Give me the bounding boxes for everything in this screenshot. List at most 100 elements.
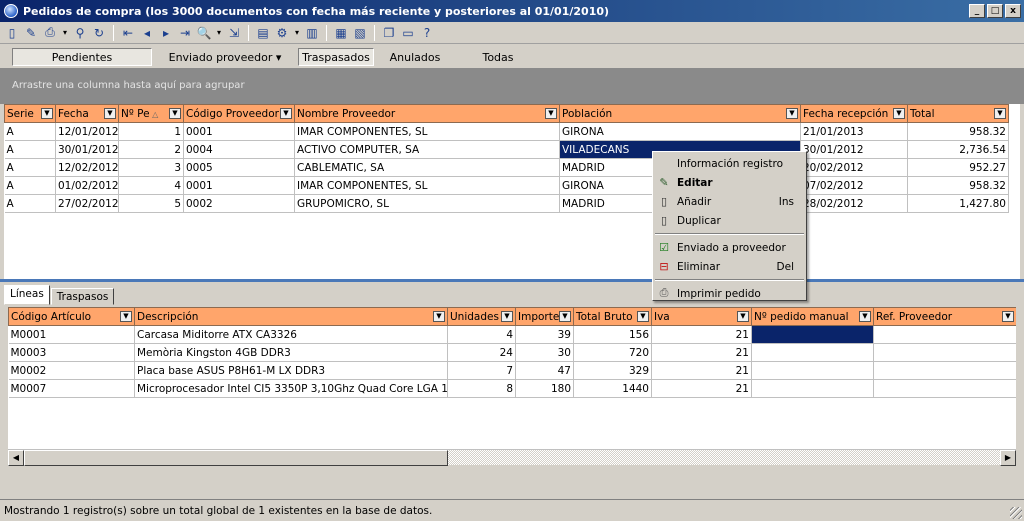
table-cell[interactable]: 5 <box>118 194 184 213</box>
table-cell[interactable]: 30 <box>515 343 574 362</box>
table-cell[interactable] <box>873 325 1016 344</box>
table-cell[interactable]: 1 <box>118 122 184 141</box>
table-cell[interactable]: 329 <box>573 361 652 380</box>
table-cell[interactable]: 4 <box>447 325 516 344</box>
table-cell[interactable]: 720 <box>573 343 652 362</box>
table-cell[interactable]: 952.27 <box>907 158 1009 177</box>
table-cell[interactable] <box>751 325 874 344</box>
tab-traspasos[interactable]: Traspasos <box>50 288 115 305</box>
column-header[interactable]: Nº Pe △ ▼ <box>118 104 184 123</box>
prev-icon[interactable]: ◂ <box>139 25 155 41</box>
scroll-thumb[interactable] <box>24 450 448 466</box>
table-cell[interactable] <box>751 379 874 398</box>
table-cell[interactable]: 20/02/2012 <box>800 158 908 177</box>
table-cell[interactable]: 21 <box>651 361 752 380</box>
tab-anulados[interactable]: Anulados <box>382 48 448 66</box>
table-cell[interactable]: CABLEMATIC, SA <box>294 158 560 177</box>
preview-icon[interactable]: 🔍 <box>196 25 212 41</box>
table-cell[interactable]: 0005 <box>183 158 295 177</box>
horizontal-scrollbar[interactable]: ◀ ▶ <box>8 449 1016 466</box>
table-cell[interactable]: 958.32 <box>907 122 1009 141</box>
window-icon[interactable]: ❐ <box>381 25 397 41</box>
table-cell[interactable]: 01/02/2012 <box>55 176 119 195</box>
link-icon[interactable]: ⚲ <box>72 25 88 41</box>
table-cell[interactable]: 1,427.80 <box>907 194 1009 213</box>
table-cell[interactable]: 0002 <box>183 194 295 213</box>
filter-dropdown-icon[interactable]: ▼ <box>994 108 1006 119</box>
table-row[interactable]: M0007 Microprocesador Intel CI5 3350P 3,1… <box>8 379 1016 398</box>
filter-dropdown-icon[interactable]: ▼ <box>786 108 798 119</box>
table-cell[interactable]: 180 <box>515 379 574 398</box>
close-button[interactable]: x <box>1005 4 1021 18</box>
filter-dropdown-icon[interactable]: ▼ <box>1002 311 1014 322</box>
columns-icon[interactable]: ▥ <box>304 25 320 41</box>
layout-icon[interactable]: ▧ <box>352 25 368 41</box>
table-cell[interactable]: 0004 <box>183 140 295 159</box>
table-row[interactable]: A 27/02/2012 5 0002 GRUPOMICRO, SL MADRID 28/0… <box>4 194 1009 213</box>
table-cell[interactable]: 2,736.54 <box>907 140 1009 159</box>
report-icon[interactable]: ▤ <box>255 25 271 41</box>
menu-item[interactable]: ⎙ Imprimir pedido <box>653 284 806 303</box>
column-header[interactable]: Fecha ▼ <box>55 104 119 123</box>
table-cell[interactable]: A <box>4 140 56 159</box>
filter-dropdown-icon[interactable]: ▼ <box>637 311 649 322</box>
table-cell[interactable]: 39 <box>515 325 574 344</box>
table-cell[interactable]: 21 <box>651 379 752 398</box>
filter-dropdown-icon[interactable]: ▼ <box>280 108 292 119</box>
filter-dropdown-icon[interactable]: ▼ <box>433 311 445 322</box>
table-cell[interactable]: 156 <box>573 325 652 344</box>
menu-item[interactable]: ⊟ Eliminar Del <box>653 257 806 276</box>
filter-dropdown-icon[interactable]: ▼ <box>737 311 749 322</box>
export-icon[interactable]: ⇲ <box>226 25 242 41</box>
scroll-left-arrow-icon[interactable]: ◀ <box>8 450 24 466</box>
filter-dropdown-icon[interactable]: ▼ <box>893 108 905 119</box>
table-cell[interactable]: 0001 <box>183 176 295 195</box>
table-cell[interactable]: M0001 <box>8 325 135 344</box>
table-cell[interactable]: 28/02/2012 <box>800 194 908 213</box>
table-cell[interactable]: 1440 <box>573 379 652 398</box>
table-row[interactable]: A 01/02/2012 4 0001 IMAR COMPONENTES, SL GIRO… <box>4 176 1009 195</box>
filter-dropdown-icon[interactable]: ▼ <box>559 311 571 322</box>
column-header[interactable]: Importe ▼ <box>515 307 574 326</box>
table-cell[interactable]: ACTIVO COMPUTER, SA <box>294 140 560 159</box>
table-cell[interactable]: 3 <box>118 158 184 177</box>
table-cell[interactable]: GIRONA <box>559 122 801 141</box>
table-row[interactable]: A 12/02/2012 3 0005 CABLEMATIC, SA MADRID 20/0… <box>4 158 1009 177</box>
pane-splitter[interactable] <box>0 279 1024 282</box>
tab-lineas[interactable]: Líneas <box>4 285 50 305</box>
scroll-right-arrow-icon[interactable]: ▶ <box>1000 450 1016 466</box>
table-cell[interactable]: 7 <box>447 361 516 380</box>
column-header[interactable]: Total Bruto ▼ <box>573 307 652 326</box>
table-row[interactable]: A 30/01/2012 2 0004 ACTIVO COMPUTER, SA VILAD… <box>4 140 1009 159</box>
column-header[interactable]: Nº pedido manual ▼ <box>751 307 874 326</box>
column-header[interactable]: Población ▼ <box>559 104 801 123</box>
last-icon[interactable]: ⇥ <box>177 25 193 41</box>
new-doc-icon[interactable]: ▯ <box>4 25 20 41</box>
edit-icon[interactable]: ✎ <box>23 25 39 41</box>
table-cell[interactable]: IMAR COMPONENTES, SL <box>294 122 560 141</box>
table-cell[interactable]: 47 <box>515 361 574 380</box>
help-icon[interactable]: ? <box>419 25 435 41</box>
tab-enviado-proveedor[interactable]: Enviado proveedor ▾ <box>160 48 290 66</box>
column-header[interactable]: Código Artículo ▼ <box>8 307 135 326</box>
table-cell[interactable]: 21 <box>651 325 752 344</box>
table-cell[interactable]: 12/02/2012 <box>55 158 119 177</box>
table-cell[interactable] <box>873 361 1016 380</box>
table-row[interactable]: M0002 Placa base ASUS P8H61-M LX DDR3 7 47 3… <box>8 361 1016 380</box>
refresh-icon[interactable]: ↻ <box>91 25 107 41</box>
table-row[interactable]: M0003 Memòria Kingston 4GB DDR3 24 30 720 21 <box>8 343 1016 362</box>
table-cell[interactable]: 24 <box>447 343 516 362</box>
column-header[interactable]: Nombre Proveedor ▼ <box>294 104 560 123</box>
dropdown-caret-icon[interactable]: ▾ <box>215 25 223 41</box>
first-icon[interactable]: ⇤ <box>120 25 136 41</box>
table-cell[interactable]: A <box>4 158 56 177</box>
dropdown-caret-icon[interactable]: ▾ <box>61 25 69 41</box>
table-cell[interactable]: 07/02/2012 <box>800 176 908 195</box>
table-cell[interactable] <box>873 343 1016 362</box>
menu-item[interactable]: ☑ Enviado a proveedor <box>653 238 806 257</box>
table-cell[interactable]: 12/01/2012 <box>55 122 119 141</box>
column-header[interactable]: Total ▼ <box>907 104 1009 123</box>
filter-dropdown-icon[interactable]: ▼ <box>104 108 116 119</box>
resize-grip-icon[interactable] <box>1010 507 1022 519</box>
table-cell[interactable]: 4 <box>118 176 184 195</box>
